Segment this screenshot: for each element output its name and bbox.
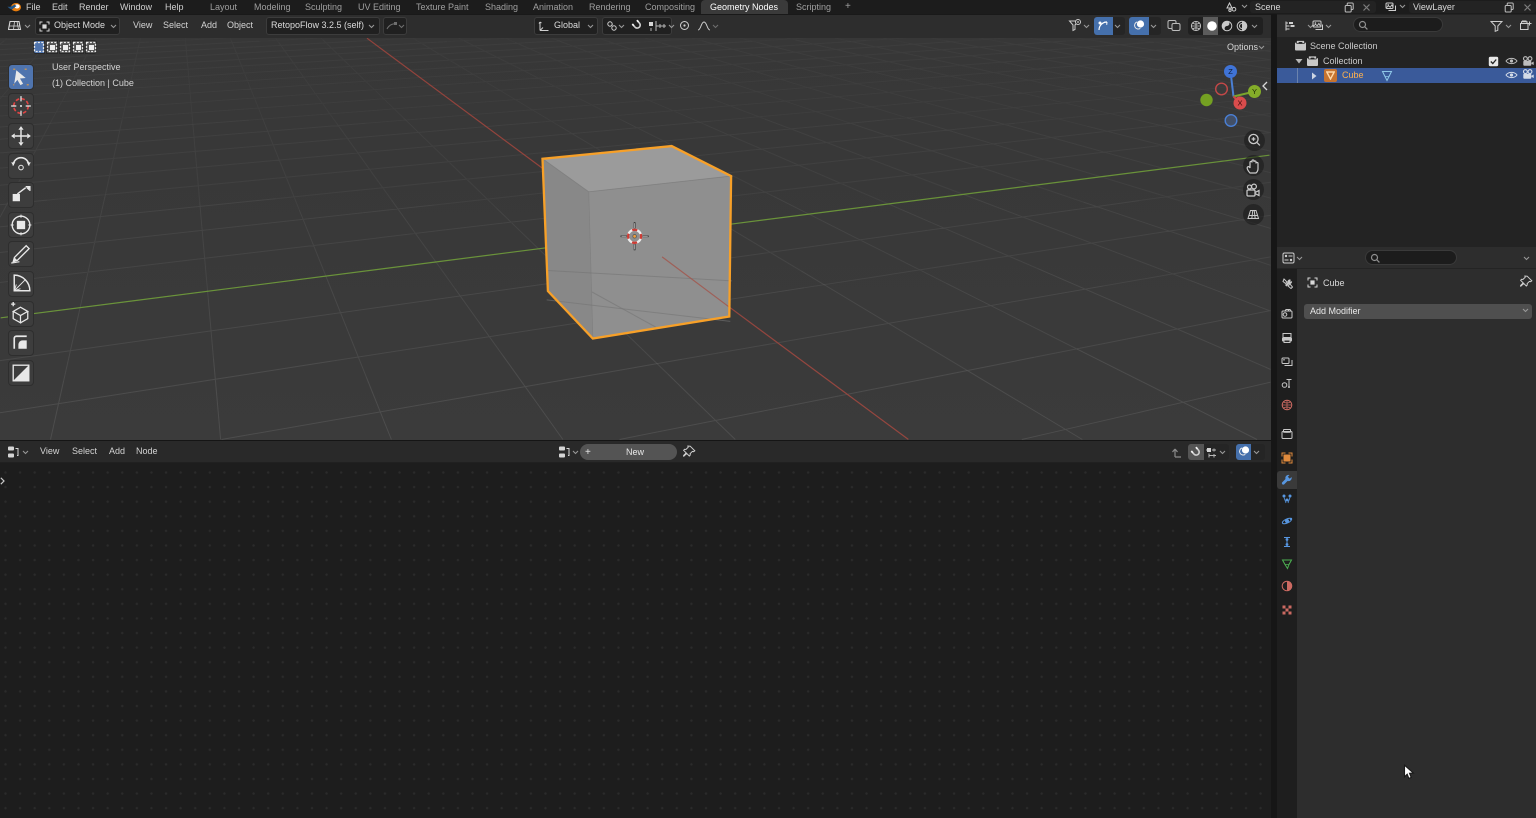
svg-text:Y: Y xyxy=(1252,87,1257,96)
svg-text:X: X xyxy=(1237,99,1242,108)
svg-text:Z: Z xyxy=(1228,67,1233,76)
